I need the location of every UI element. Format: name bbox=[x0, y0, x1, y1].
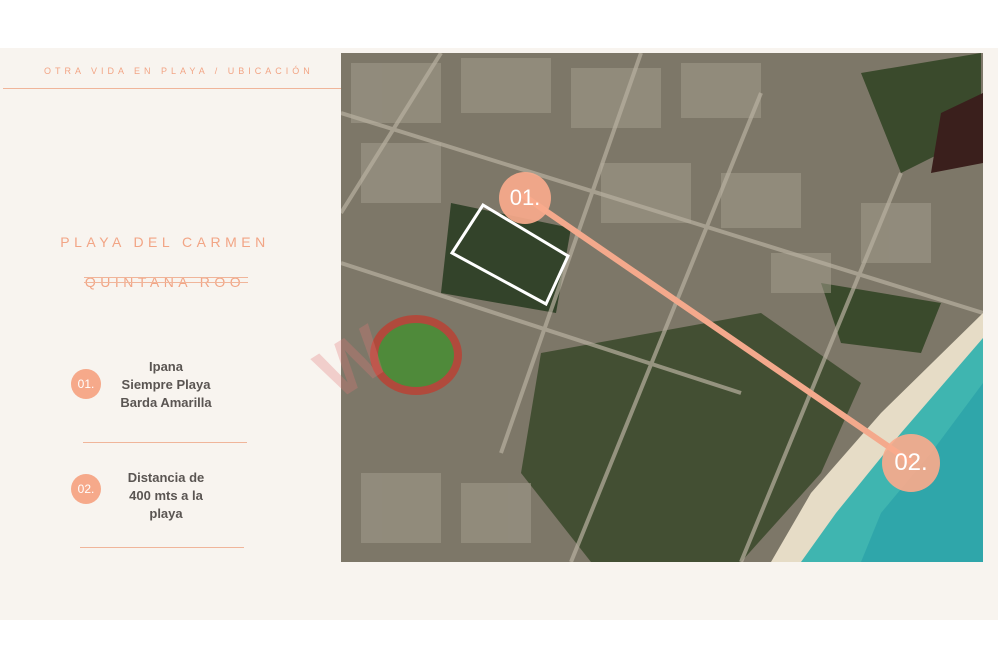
item-line: Siempre Playa bbox=[121, 377, 211, 392]
item-line: 400 mts a la bbox=[129, 488, 203, 503]
marker-02[interactable]: 02. bbox=[882, 434, 940, 492]
item-line: Distancia de bbox=[127, 470, 205, 485]
city-title: PLAYA DEL CARMEN bbox=[60, 234, 270, 250]
title-divider bbox=[84, 277, 248, 283]
item-divider bbox=[83, 442, 247, 443]
item-line: Barda Amarilla bbox=[120, 395, 212, 410]
map-canvas bbox=[341, 53, 983, 562]
marker-01[interactable]: 01. bbox=[499, 172, 551, 224]
item-number-badge: 01. bbox=[71, 369, 101, 399]
item-divider bbox=[80, 547, 244, 548]
item-line: playa bbox=[149, 506, 183, 521]
breadcrumb: OTRA VIDA EN PLAYA / UBICACIÓN bbox=[44, 66, 314, 76]
aerial-map[interactable]: 01. 02. bbox=[341, 53, 983, 562]
item-line: Ipana bbox=[149, 359, 183, 374]
item-description: Distancia de 400 mts a la playa bbox=[106, 469, 226, 523]
item-number-badge: 02. bbox=[71, 474, 101, 504]
item-description: Ipana Siempre Playa Barda Amarilla bbox=[106, 358, 226, 412]
